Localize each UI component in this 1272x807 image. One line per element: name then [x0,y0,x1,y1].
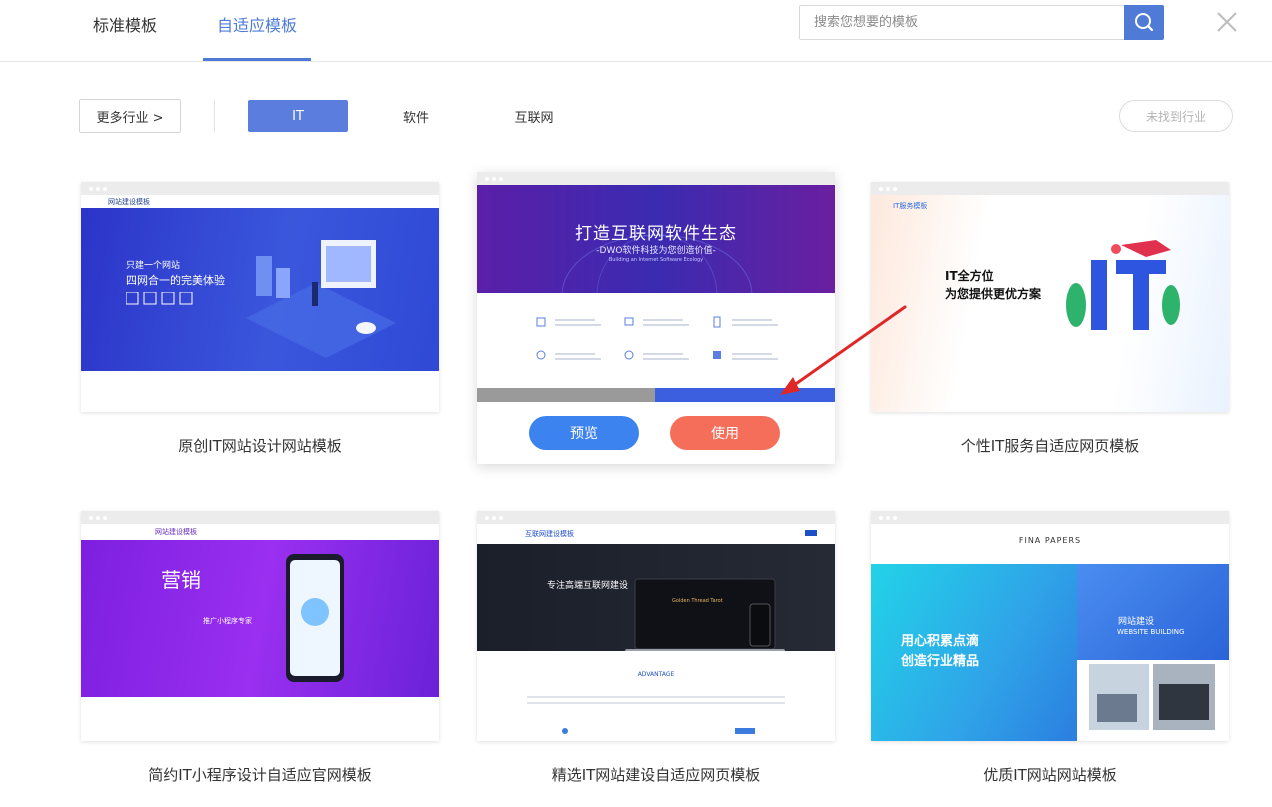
preview-headline: 只建一个网站 [126,261,181,271]
template-preview-frame[interactable]: 互联网建设模板 专注高端互联网建设 Golden Thread Tarot AD… [477,511,835,741]
search-button[interactable] [1124,5,1164,40]
preview-site-name: 互联网建设模板 [525,530,574,538]
preview-headline: 用心积累点滴 [901,634,980,649]
top-bar: 标准模板 自适应模板 [0,0,1272,62]
search-input[interactable] [800,6,1125,39]
preview-headline: 营销 [161,568,201,592]
industry-chip-it[interactable]: IT [248,100,348,132]
browser-bar [477,172,835,185]
preview-banner: 营销 推广小程序专家 [81,540,439,697]
preview-banner: 专注高端互联网建设 Golden Thread Tarot [477,544,835,655]
search-icon [1135,13,1154,32]
use-button[interactable]: 使用 [670,416,780,450]
preview-banner: 用心积累点滴 创造行业精品 网站建设 WEBSITE BUILDING [871,564,1229,741]
browser-bar [477,511,835,524]
preview-site-name: FINA PAPERS [1018,536,1082,545]
preview-banner: 打造互联网软件生态 -DWO软件科技为您创造价值- Building an In… [477,185,835,295]
preview-banner: IT服务模板 IT全方位 为您提供更优方案 [871,195,1229,412]
template-title[interactable]: 精选IT网站建设自适应网页模板 [477,764,835,785]
preview-button[interactable]: 预览 [529,416,639,450]
preview-section-title: ADVANTAGE [637,671,675,678]
preview-subheadline: 为您提供更优方案 [945,287,1042,301]
phone-mockup [286,554,344,682]
preview-headline: 打造互联网软件生态 [575,224,737,244]
template-title[interactable]: 原创IT网站设计网站模板 [81,435,439,456]
preview-badge: 网站建设 [1118,617,1155,627]
preview-subheadline: 创造行业精品 [901,654,980,669]
preview-photos [1089,664,1215,730]
isometric-illustration [246,240,396,358]
preview-features [477,293,835,388]
preview-subheadline: -DWO软件科技为您创造价值- [596,246,716,256]
browser-bar [871,511,1229,524]
preview-subheadline: 推广小程序专家 [203,617,252,625]
industry-chip-software[interactable]: 软件 [376,100,456,132]
preview-badge-en: WEBSITE BUILDING [1117,628,1185,636]
browser-bar [81,182,439,195]
preview-bottom-strip [477,388,835,402]
preview-site-name: 网站建设模板 [108,198,150,206]
preview-site-name: 网站建设模板 [155,528,197,536]
search-box [799,5,1125,40]
it-illustration [1066,240,1180,330]
template-preview-frame[interactable]: 网站建设模板 营销 推广小程序专家 [81,511,439,741]
preview-tagline: Building an Internet Software Ecology [608,257,704,263]
template-preview-frame[interactable]: 网站建设模板 只建一个网站 四网合一的完美体验 [81,182,439,412]
browser-bar [871,182,1229,195]
preview-product-name: Golden Thread Tarot [672,598,723,604]
preview-headline: 专注高端互联网建设 [547,581,629,591]
template-title[interactable]: 优质IT网站网站模板 [871,764,1229,785]
preview-headline: IT全方位 [945,269,994,283]
more-industries-button[interactable]: 更多行业 > [79,99,181,133]
active-tab-indicator [203,58,311,61]
divider [214,100,215,132]
browser-bar [81,511,439,524]
template-title[interactable]: 简约IT小程序设计自适应官网模板 [81,764,439,785]
preview-site-name: IT服务模板 [893,202,928,210]
industry-chip-internet[interactable]: 互联网 [494,100,574,132]
preview-advantage: ADVANTAGE [477,651,835,741]
preview-banner: 只建一个网站 四网合一的完美体验 [81,208,439,371]
tab-standard-templates[interactable]: 标准模板 [93,12,157,36]
template-preview-frame[interactable]: 打造互联网软件生态 -DWO软件科技为您创造价值- Building an In… [477,172,835,464]
template-preview-frame[interactable]: IT服务模板 IT全方位 为您提供更优方案 [871,182,1229,412]
template-title[interactable]: 个性IT服务自适应网页模板 [871,435,1229,456]
template-preview-frame[interactable]: FINA PAPERS 用心积累点滴 创造行业精品 网站建设 WEBSITE B… [871,511,1229,741]
industry-not-found-button[interactable]: 未找到行业 [1119,100,1233,132]
close-icon[interactable] [1214,9,1240,35]
tab-responsive-templates[interactable]: 自适应模板 [217,12,297,36]
preview-subheadline: 四网合一的完美体验 [126,274,225,287]
feature-icons [126,292,193,305]
